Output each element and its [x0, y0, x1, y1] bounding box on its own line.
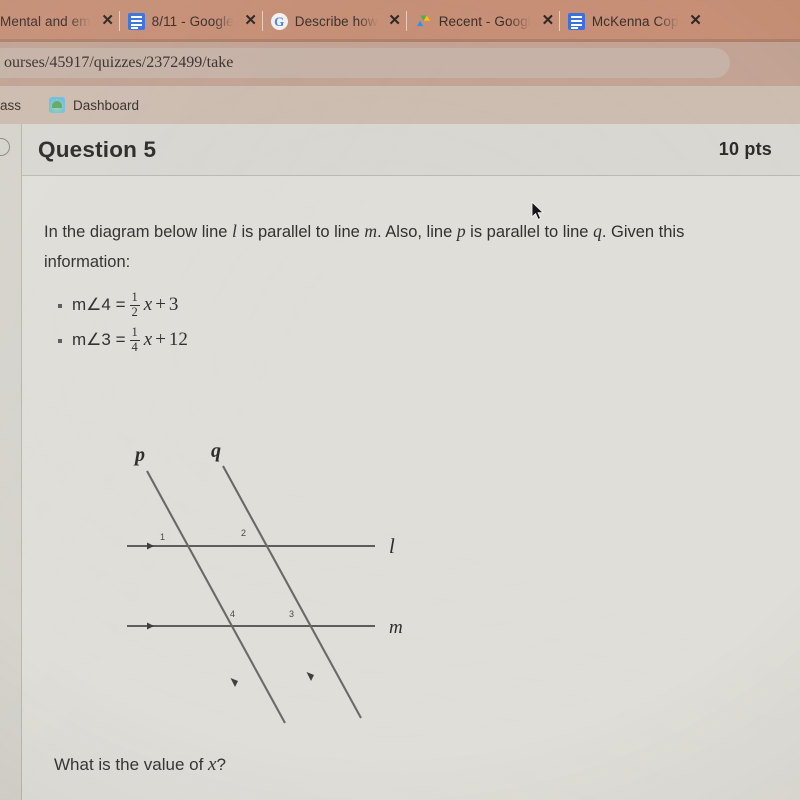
figure-label-l: l — [389, 534, 395, 558]
fraction: 1 2 — [129, 290, 140, 319]
constant: 12 — [168, 329, 188, 350]
close-icon[interactable]: ✕ — [100, 13, 116, 29]
google-drive-icon — [415, 13, 432, 30]
browser-tab-title: McKenna Cop — [591, 13, 679, 29]
final-question-text-before: What is the value of — [54, 755, 209, 774]
browser-tab-title: Recent - Googl — [438, 13, 531, 29]
browser-tab-3[interactable]: Recent - Googl ✕ — [405, 0, 560, 42]
page-left-gutter — [0, 124, 22, 800]
screen-photo: Mental and em ✕ 8/11 - Google ✕ G Descri… — [0, 0, 800, 800]
constant: 3 — [168, 294, 179, 315]
previous-question-icon[interactable] — [0, 138, 10, 156]
given-list: m∠4 = 1 2 x + 3 m∠3 = 1 4 x + 12 — [58, 290, 770, 354]
page-content: Question 5 10 pts In the diagram below l… — [0, 124, 800, 800]
fraction-numerator: 1 — [131, 290, 138, 304]
variable: x — [143, 329, 153, 350]
angle-label: m∠3 = — [72, 330, 126, 349]
operator: + — [155, 294, 166, 315]
address-bar[interactable]: ourses/45917/quizzes/2372499/take — [0, 48, 730, 78]
figure-label-q: q — [211, 441, 221, 462]
fraction: 1 4 — [129, 325, 140, 354]
prompt-part-2: is parallel to line — [236, 223, 365, 241]
browser-tab-1[interactable]: 8/11 - Google ✕ — [118, 0, 263, 42]
browser-tab-0[interactable]: Mental and em ✕ — [0, 0, 120, 42]
final-question: What is the value of x? — [54, 754, 226, 776]
points-badge: 10 pts — [718, 139, 772, 159]
figure-label-p: p — [133, 444, 145, 466]
google-search-icon: G — [270, 12, 288, 30]
browser-tab-strip: Mental and em ✕ 8/11 - Google ✕ G Descri… — [0, 0, 800, 42]
prompt-line-p: p — [456, 221, 466, 241]
prompt-part-3: . Also, line — [377, 223, 457, 241]
fraction-numerator: 1 — [131, 325, 138, 339]
operator: + — [155, 329, 166, 350]
angle-label: m∠4 = — [72, 295, 126, 314]
geometry-diagram: l m p q 1 2 4 3 — [107, 441, 437, 741]
page-title: Question 5 — [38, 136, 157, 162]
prompt-part-1: In the diagram below line — [44, 223, 233, 241]
browser-tab-4[interactable]: McKenna Cop ✕ — [558, 0, 708, 42]
question-header: Question 5 10 pts — [22, 124, 800, 176]
bookmark-item-0[interactable]: ass — [0, 86, 31, 124]
fraction-denominator: 2 — [129, 304, 140, 319]
given-equation-2: m∠3 = 1 4 x + 12 — [72, 325, 188, 354]
question-card: Question 5 10 pts In the diagram below l… — [22, 124, 800, 800]
bookmark-label: ass — [0, 97, 22, 113]
url-text: ourses/45917/quizzes/2372499/take — [4, 54, 234, 71]
figure-angle-3: 3 — [289, 609, 294, 619]
prompt-line-q: q — [593, 221, 602, 241]
fraction-denominator: 4 — [129, 339, 140, 354]
browser-toolbar: ourses/45917/quizzes/2372499/take — [0, 42, 800, 86]
bookmarks-bar: ass Dashboard — [0, 86, 800, 124]
canvas-dashboard-icon — [49, 97, 66, 113]
google-docs-icon — [127, 12, 145, 30]
list-item: m∠4 = 1 2 x + 3 — [58, 290, 770, 319]
figure-angle-2: 2 — [241, 528, 246, 538]
final-question-text-after: ? — [216, 755, 226, 774]
figure-angle-4: 4 — [230, 609, 235, 619]
close-icon[interactable]: ✕ — [688, 13, 704, 29]
browser-tab-title: Describe how — [294, 13, 378, 29]
bookmark-label: Dashboard — [73, 97, 140, 113]
close-icon[interactable]: ✕ — [243, 13, 259, 29]
figure-label-m: m — [389, 617, 403, 638]
browser-tab-title: Mental and em — [0, 13, 91, 29]
prompt-part-4: is parallel to line — [465, 223, 594, 241]
question-prompt: In the diagram below line l is parallel … — [44, 216, 770, 277]
variable: x — [143, 294, 153, 315]
figure-angle-1: 1 — [160, 532, 165, 542]
close-icon[interactable]: ✕ — [540, 13, 556, 29]
close-icon[interactable]: ✕ — [387, 13, 403, 29]
given-equation-1: m∠4 = 1 2 x + 3 — [72, 290, 179, 319]
google-docs-icon — [567, 12, 585, 30]
prompt-line-m: m — [364, 221, 378, 241]
question-body: In the diagram below line l is parallel … — [22, 176, 800, 800]
bookmark-item-dashboard[interactable]: Dashboard — [31, 86, 149, 124]
list-item: m∠3 = 1 4 x + 12 — [58, 325, 770, 354]
browser-tab-2[interactable]: G Describe how ✕ — [261, 0, 407, 42]
browser-tab-title: 8/11 - Google — [151, 13, 234, 29]
